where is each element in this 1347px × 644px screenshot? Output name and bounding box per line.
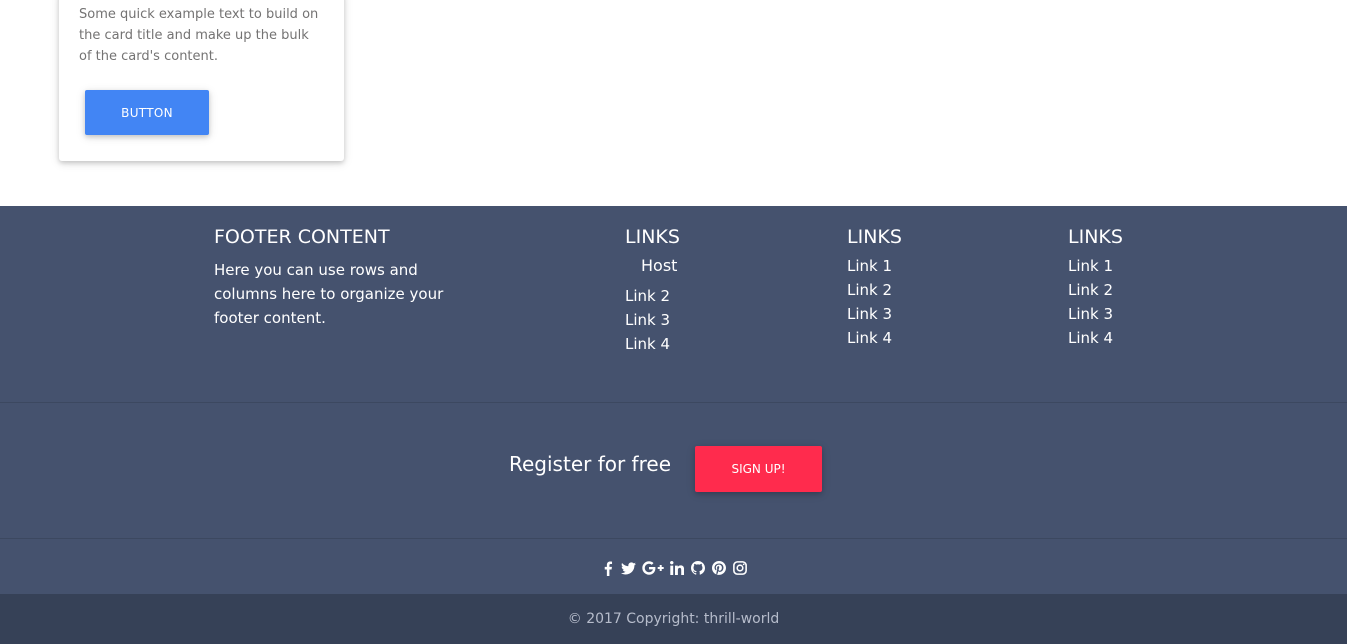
links-title: LINKS: [1068, 226, 1123, 248]
card-button[interactable]: BUTTON: [85, 90, 209, 135]
page-footer: FOOTER CONTENT Here you can use rows and…: [0, 206, 1347, 644]
footer-link[interactable]: Link 1: [1068, 254, 1123, 278]
copyright-text: © 2017 Copyright: thrill-world: [567, 611, 780, 627]
facebook-icon[interactable]: [600, 560, 616, 576]
card-text: Some quick example text to build on the …: [79, 7, 319, 64]
footer-link[interactable]: Link 3: [847, 302, 902, 326]
footer-content-title: FOOTER CONTENT: [214, 226, 390, 248]
footer-divider: [0, 402, 1347, 403]
footer-link[interactable]: Link 3: [625, 308, 680, 332]
links-column-2: LINKS Link 1 Link 2 Link 3 Link 4: [847, 226, 902, 350]
footer-divider: [0, 538, 1347, 539]
footer-link[interactable]: Link 2: [847, 278, 902, 302]
card: Some quick example text to build on the …: [59, 0, 344, 161]
footer-link[interactable]: Link 4: [847, 326, 902, 350]
instagram-icon[interactable]: [732, 560, 748, 576]
register-text: Register for free: [509, 452, 671, 476]
links-column-3: LINKS Link 1 Link 2 Link 3 Link 4: [1068, 226, 1123, 350]
copyright-bar: © 2017 Copyright: thrill-world: [0, 594, 1347, 644]
content-area: Some quick example text to build on the …: [0, 0, 1347, 206]
footer-link[interactable]: Link 3: [1068, 302, 1123, 326]
register-section: Register for free SIGN UP!: [0, 446, 1347, 492]
github-icon[interactable]: [690, 560, 706, 576]
host-link[interactable]: Host: [625, 254, 680, 278]
links-column-1: LINKS Host Link 2 Link 3 Link 4: [625, 226, 680, 356]
footer-link[interactable]: Link 1: [847, 254, 902, 278]
pinterest-icon[interactable]: [711, 560, 727, 576]
footer-content-text: Here you can use rows and columns here t…: [214, 261, 444, 327]
footer-link[interactable]: Link 4: [625, 332, 680, 356]
links-title: LINKS: [625, 226, 680, 248]
footer-link[interactable]: Link 4: [1068, 326, 1123, 350]
signup-button[interactable]: SIGN UP!: [695, 446, 822, 492]
google-plus-icon[interactable]: [641, 560, 664, 576]
footer-link[interactable]: Link 2: [1068, 278, 1123, 302]
footer-link[interactable]: Link 2: [625, 284, 680, 308]
twitter-icon[interactable]: [621, 560, 637, 576]
links-title: LINKS: [847, 226, 902, 248]
linkedin-icon[interactable]: [669, 560, 685, 576]
social-icons: [0, 558, 1347, 578]
